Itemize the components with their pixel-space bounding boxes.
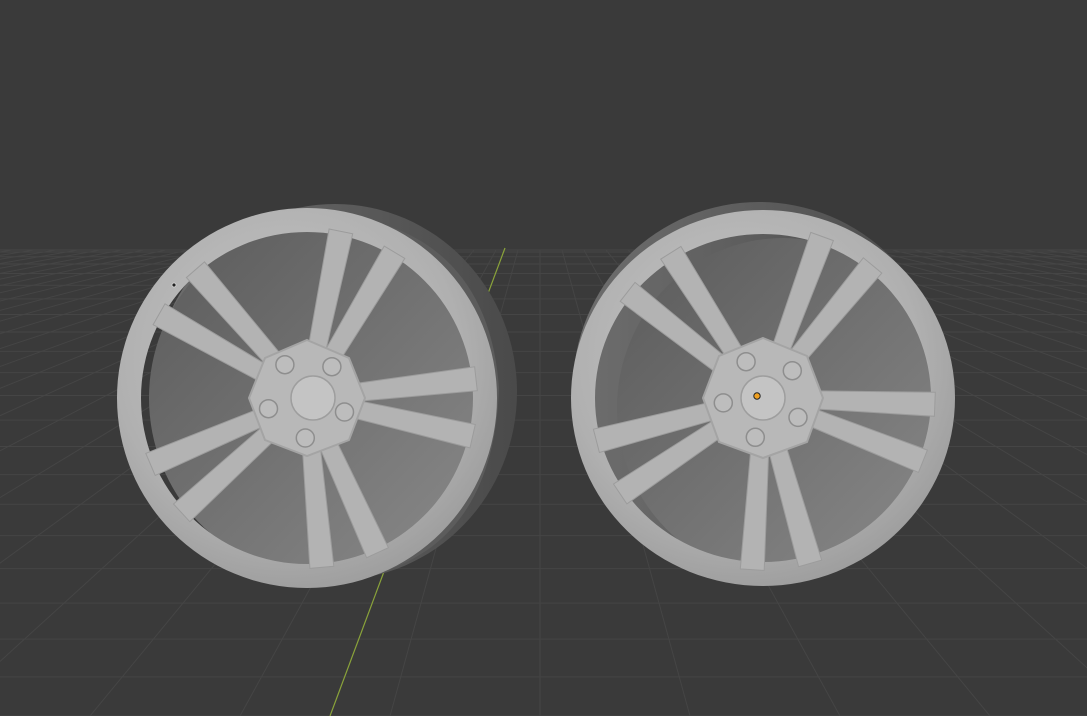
- lug-nut: [713, 393, 734, 413]
- lug-nut: [295, 428, 316, 448]
- wheel-right-hub: [701, 336, 825, 460]
- grid-line: [1067, 249, 1087, 254]
- grid-line: [0, 249, 101, 269]
- lug-nut: [258, 398, 279, 419]
- lug-nut: [322, 356, 342, 377]
- wheel-left-hub: [247, 338, 367, 458]
- viewport-canvas[interactable]: [0, 0, 1087, 716]
- wheel-left[interactable]: [117, 204, 517, 588]
- grid-line: [957, 249, 1087, 276]
- grid-line: [0, 249, 145, 280]
- lug-nut: [782, 360, 803, 381]
- lug-nut: [788, 407, 808, 428]
- object-origin-marker: [753, 392, 761, 400]
- grid-line: [0, 249, 123, 274]
- lug-nut: [334, 402, 355, 422]
- wheel-right[interactable]: [571, 202, 955, 586]
- lug-nut: [745, 427, 766, 448]
- grid-line: [935, 249, 1087, 282]
- lug-nut: [736, 351, 756, 372]
- 3d-viewport[interactable]: [0, 0, 1087, 716]
- grid-line: [913, 249, 1087, 288]
- grid-line: [0, 249, 57, 260]
- lug-nut: [275, 354, 295, 375]
- grid-line: [1045, 249, 1087, 257]
- grid-line: [0, 249, 79, 265]
- stray-vertex-marker: [171, 282, 177, 288]
